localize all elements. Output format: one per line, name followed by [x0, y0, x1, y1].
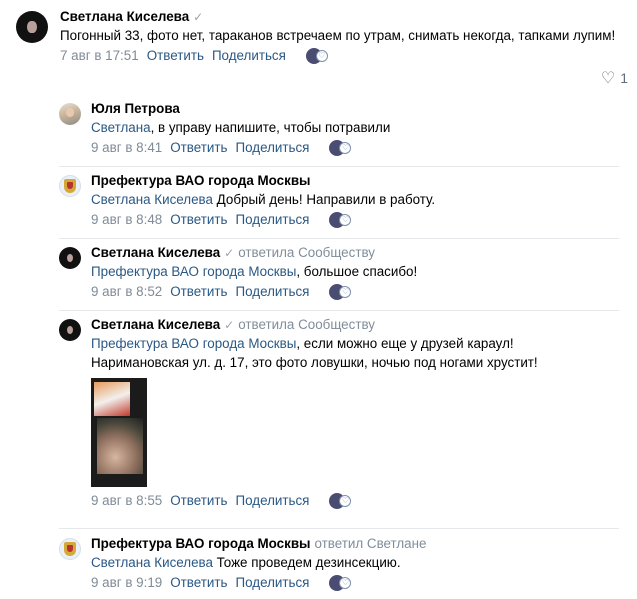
mention-link[interactable]: Префектура ВАО города Москвы — [91, 336, 296, 351]
reply-link[interactable]: Ответить — [170, 574, 227, 592]
comments-feed: Светлана Киселева ✓ Погонный 33, фото нет… — [0, 0, 637, 599]
reply-message: , в управу напишите, чтобы потравили — [150, 120, 391, 135]
like-count: 1 — [620, 70, 628, 86]
reply-body: Префектура ВАО города Москвы Светлана Ки… — [91, 172, 619, 230]
avatar[interactable] — [59, 103, 81, 125]
comment-body: Светлана Киселева ✓ Погонный 33, фото нет… — [60, 8, 628, 66]
reply-link[interactable]: Ответить — [170, 139, 227, 157]
reply-link[interactable]: Ответить — [147, 47, 204, 65]
check-icon: ✓ — [224, 246, 235, 260]
reactions-icon[interactable]: ♡ — [329, 492, 359, 510]
author-name[interactable]: Префектура ВАО города Москвы — [91, 173, 311, 188]
reply-message: , если можно еще у друзей караул! — [296, 336, 514, 351]
reply-header: Светлана Киселева ✓ ответила Сообществу — [91, 316, 619, 334]
reply-item: Префектура ВАО города Москвы Светлана Ки… — [59, 172, 619, 230]
divider — [59, 310, 619, 311]
check-icon: ✓ — [224, 318, 235, 332]
reply-message: Тоже проведем дезинсекцию. — [212, 555, 401, 570]
avatar[interactable] — [59, 538, 81, 560]
avatar[interactable] — [59, 319, 81, 341]
author-name[interactable]: Светлана Киселева — [91, 317, 220, 332]
like-button[interactable]: ♡ 1 — [601, 68, 628, 88]
reply-body: Светлана Киселева ✓ ответила Сообществу Пр… — [91, 244, 619, 302]
reply-header: Юля Петрова — [91, 100, 619, 118]
reactions-icon[interactable]: ♡ — [329, 139, 359, 157]
mention-link[interactable]: Светлана Киселева — [91, 555, 213, 570]
reply-date[interactable]: 9 авг в 9:19 — [91, 574, 162, 592]
author-name[interactable]: Юля Петрова — [91, 101, 180, 116]
reply-text-line2: Наримановская ул. д. 17, это фото ловушк… — [91, 355, 538, 370]
reply-date[interactable]: 9 авг в 8:48 — [91, 211, 162, 229]
avatar[interactable] — [59, 175, 81, 197]
reply-body: Светлана Киселева ✓ ответила Сообществу Пр… — [91, 316, 619, 511]
reply-link[interactable]: Ответить — [170, 211, 227, 229]
divider — [59, 238, 619, 239]
reply-text: Светлана Киселева Тоже проведем дезинсек… — [91, 553, 619, 572]
reply-date[interactable]: 9 авг в 8:55 — [91, 492, 162, 510]
share-link[interactable]: Поделиться — [235, 492, 309, 510]
reply-text: Светлана, в управу напишите, чтобы потра… — [91, 118, 619, 137]
reactions-icon[interactable]: ♡ — [329, 574, 359, 592]
reply-context[interactable]: ответила Сообществу — [238, 245, 375, 260]
comment-header: Светлана Киселева ✓ — [60, 8, 628, 26]
comment-meta: 7 авг в 17:51 Ответить Поделиться ♡ — [60, 46, 628, 66]
comment-text: Погонный 33, фото нет, тараканов встреча… — [60, 28, 616, 43]
reply-meta: 9 авг в 8:41 Ответить Поделиться ♡ — [91, 138, 619, 158]
reactions-icon[interactable]: ♡ — [305, 47, 336, 65]
comment-top: Светлана Киселева ✓ Погонный 33, фото нет… — [16, 8, 628, 87]
reply-message: , большое спасибо! — [296, 264, 418, 279]
heart-icon: ♡ — [600, 70, 616, 87]
reply-body: Префектура ВАО города Москвы ответил Свет… — [91, 535, 619, 593]
reply-date[interactable]: 9 авг в 8:41 — [91, 139, 162, 157]
author-name[interactable]: Светлана Киселева — [60, 9, 189, 24]
reply-text: Светлана Киселева Добрый день! Направили… — [91, 190, 619, 209]
reply-context[interactable]: ответила Сообществу — [238, 317, 375, 332]
reply-meta: 9 авг в 9:19 Ответить Поделиться ♡ — [91, 573, 619, 593]
share-link[interactable]: Поделиться — [235, 283, 309, 301]
share-link[interactable]: Поделиться — [212, 47, 286, 65]
share-link[interactable]: Поделиться — [235, 211, 309, 229]
share-link[interactable]: Поделиться — [235, 139, 309, 157]
mention-link[interactable]: Светлана Киселева — [91, 192, 213, 207]
author-name[interactable]: Префектура ВАО города Москвы — [91, 536, 311, 551]
divider — [59, 528, 619, 529]
reply-header: Светлана Киселева ✓ ответила Сообществу — [91, 244, 619, 262]
reply-meta: 9 авг в 8:52 Ответить Поделиться ♡ — [91, 282, 619, 302]
reply-item: Светлана Киселева ✓ ответила Сообществу Пр… — [59, 316, 619, 511]
reply-link[interactable]: Ответить — [170, 283, 227, 301]
author-name[interactable]: Светлана Киселева — [91, 245, 220, 260]
reply-item: Юля Петрова Светлана, в управу напишите,… — [59, 100, 619, 158]
reactions-icon[interactable]: ♡ — [329, 283, 359, 301]
reply-meta: 9 авг в 8:55 Ответить Поделиться ♡ — [91, 491, 619, 511]
attached-photo[interactable] — [91, 378, 147, 487]
mention-link[interactable]: Префектура ВАО города Москвы — [91, 264, 296, 279]
reply-item: Светлана Киселева ✓ ответила Сообществу Пр… — [59, 244, 619, 302]
avatar[interactable] — [16, 11, 48, 43]
divider — [59, 166, 619, 167]
reply-link[interactable]: Ответить — [170, 492, 227, 510]
avatar[interactable] — [59, 247, 81, 269]
check-icon: ✓ — [193, 10, 204, 24]
reply-text: Префектура ВАО города Москвы, большое сп… — [91, 262, 619, 281]
reply-header: Префектура ВАО города Москвы ответил Свет… — [91, 535, 619, 553]
reply-header: Префектура ВАО города Москвы — [91, 172, 619, 190]
reply-body: Юля Петрова Светлана, в управу напишите,… — [91, 100, 619, 158]
reactions-icon[interactable]: ♡ — [329, 211, 359, 229]
share-link[interactable]: Поделиться — [235, 574, 309, 592]
reply-meta: 9 авг в 8:48 Ответить Поделиться ♡ — [91, 210, 619, 230]
reply-text: Префектура ВАО города Москвы, если можно… — [91, 334, 619, 353]
comment-date[interactable]: 7 авг в 17:51 — [60, 47, 139, 65]
reply-date[interactable]: 9 авг в 8:52 — [91, 283, 162, 301]
mention-link[interactable]: Светлана — [91, 120, 151, 135]
reply-message: Добрый день! Направили в работу. — [212, 192, 436, 207]
reply-context[interactable]: ответил Светлане — [315, 536, 427, 551]
reply-item: Префектура ВАО города Москвы ответил Свет… — [59, 535, 619, 593]
